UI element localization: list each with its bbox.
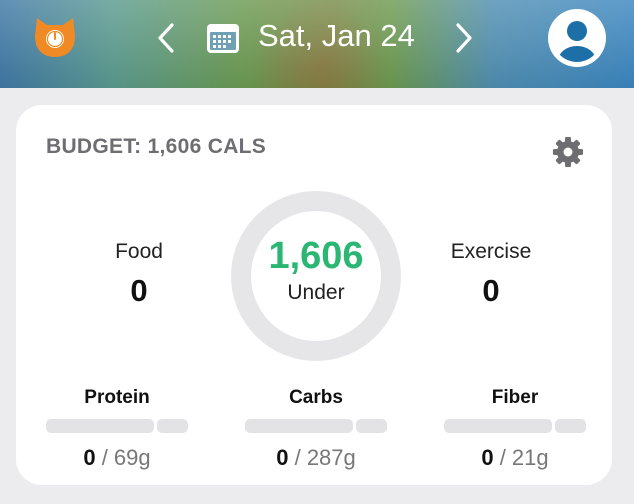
macro-progress-bar <box>444 419 586 433</box>
macro-carbs: Carbs 0 / 287g <box>245 387 387 471</box>
gear-icon[interactable] <box>552 136 584 168</box>
exercise-value: 0 <box>482 273 500 308</box>
macro-name: Protein <box>84 387 150 408</box>
chevron-right-icon[interactable] <box>452 21 476 55</box>
calendar-icon[interactable] <box>206 22 240 54</box>
header-bar: Sat, Jan 24 <box>0 0 634 88</box>
macro-target: / 287g <box>288 445 356 470</box>
macro-target: / 69g <box>95 445 151 470</box>
chevron-left-icon[interactable] <box>154 21 178 55</box>
current-date[interactable]: Sat, Jan 24 <box>258 16 415 56</box>
budget-title: BUDGET: 1,606 CALS <box>46 135 267 158</box>
macro-target: / 21g <box>493 445 549 470</box>
macro-current: 0 <box>481 445 494 470</box>
macro-name: Fiber <box>491 387 539 408</box>
remaining-calories-value: 1,606 <box>268 235 364 277</box>
food-value: 0 <box>130 273 148 308</box>
food-label: Food <box>115 240 163 263</box>
macro-protein: Protein 0 / 69g <box>46 387 188 471</box>
user-avatar-icon[interactable] <box>548 9 606 67</box>
exercise-label: Exercise <box>450 240 532 263</box>
macro-progress-bar <box>46 419 188 433</box>
budget-card: BUDGET: 1,606 CALS Food 0 1,606 Under Ex… <box>16 105 612 485</box>
cat-logo-icon[interactable] <box>31 12 79 60</box>
macro-current: 0 <box>276 445 289 470</box>
remaining-calories-label: Under <box>287 281 345 304</box>
macro-name: Carbs <box>289 387 343 408</box>
macro-amount: 0 / 287g <box>245 445 387 471</box>
macro-progress-bar <box>245 419 387 433</box>
macro-amount: 0 / 69g <box>46 445 188 471</box>
macro-fiber: Fiber 0 / 21g <box>444 387 586 471</box>
macro-current: 0 <box>83 445 96 470</box>
macro-amount: 0 / 21g <box>444 445 586 471</box>
